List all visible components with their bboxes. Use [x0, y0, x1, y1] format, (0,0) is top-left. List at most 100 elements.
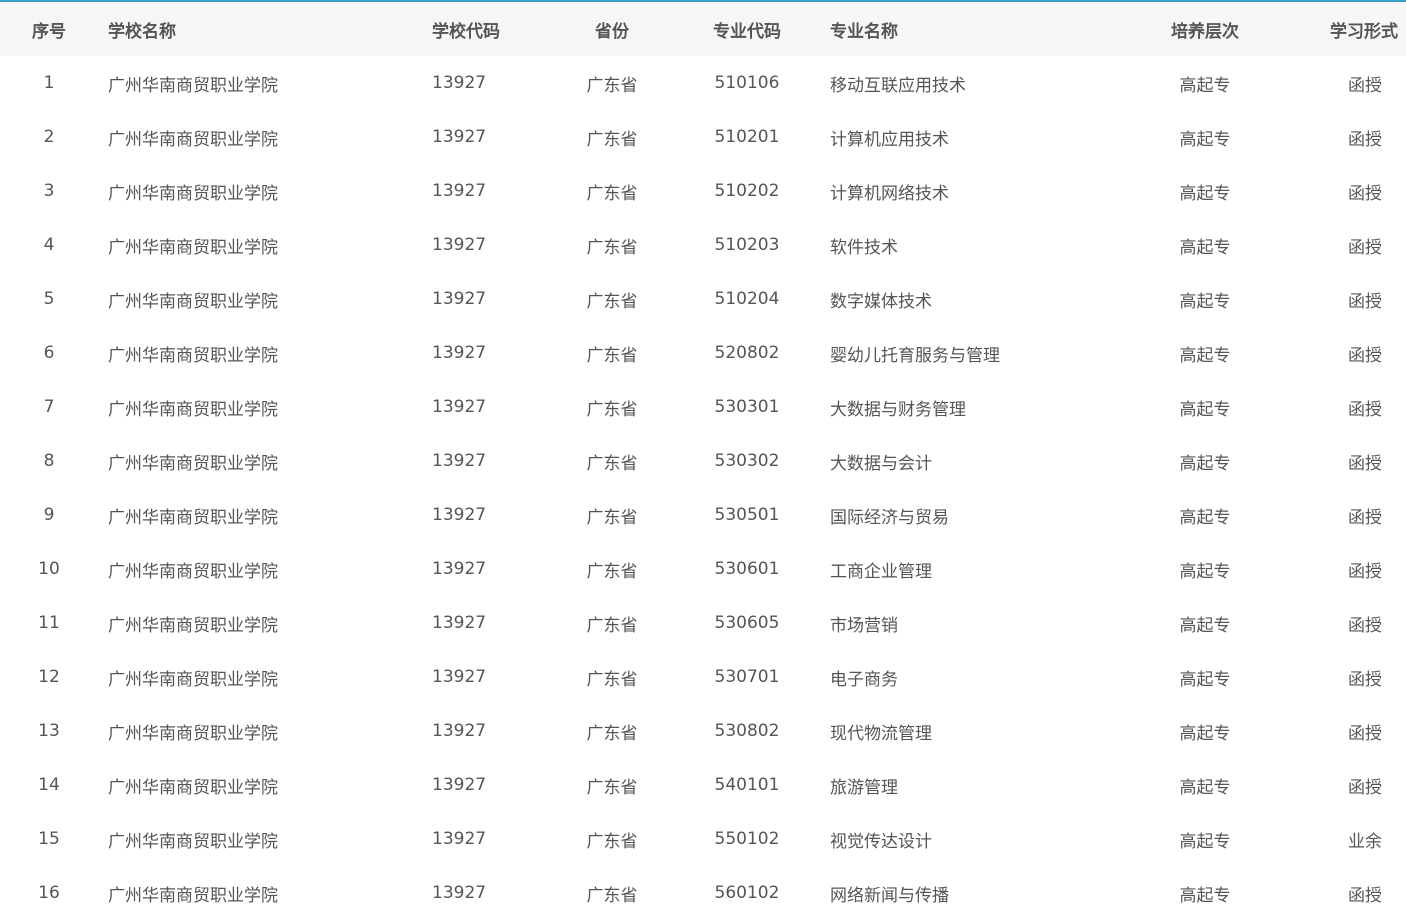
cell-level: 高起专	[1179, 345, 1231, 366]
cell-level: 高起专	[1179, 129, 1231, 150]
cell-study-form: 函授	[1348, 291, 1382, 312]
cell-school-name: 广州华南商贸职业学院	[108, 723, 278, 744]
table-row: 13 广州华南商贸职业学院 13927 广东省 530802 现代物流管理 高起专 函授	[0, 704, 1406, 758]
cell-school-name: 广州华南商贸职业学院	[108, 291, 278, 312]
cell-province: 广东省	[586, 183, 638, 204]
cell-major-name: 旅游管理	[830, 777, 898, 798]
cell-school-code: 13927	[432, 343, 487, 363]
cell-study-form: 函授	[1348, 723, 1382, 744]
cell-major-code: 510106	[714, 73, 780, 93]
cell-study-form: 函授	[1348, 777, 1382, 798]
cell-province: 广东省	[586, 345, 638, 366]
cell-school-name: 广州华南商贸职业学院	[108, 129, 278, 150]
major-table-container: 序号 学校名称 学校代码 省份 专业代码 专业名称 培养层次 学习形式 1 广州华…	[0, 0, 1406, 909]
cell-level: 高起专	[1179, 561, 1231, 582]
cell-major-name: 网络新闻与传播	[830, 885, 949, 906]
table-row: 15 广州华南商贸职业学院 13927 广东省 550102 视觉传达设计 高起专 业余	[0, 812, 1406, 866]
cell-index: 13	[38, 721, 60, 741]
cell-province: 广东省	[586, 399, 638, 420]
cell-study-form: 函授	[1348, 507, 1382, 528]
cell-level: 高起专	[1179, 507, 1231, 528]
cell-school-name: 广州华南商贸职业学院	[108, 183, 278, 204]
cell-index: 5	[43, 289, 55, 309]
cell-province: 广东省	[586, 75, 638, 96]
cell-level: 高起专	[1179, 723, 1231, 744]
cell-index: 8	[43, 451, 55, 471]
cell-province: 广东省	[586, 507, 638, 528]
cell-school-code: 13927	[432, 289, 487, 309]
cell-index: 12	[38, 667, 60, 687]
cell-level: 高起专	[1179, 453, 1231, 474]
cell-province: 广东省	[586, 615, 638, 636]
cell-school-code: 13927	[432, 451, 487, 471]
cell-level: 高起专	[1179, 669, 1231, 690]
cell-province: 广东省	[586, 129, 638, 150]
cell-major-name: 视觉传达设计	[830, 831, 932, 852]
cell-school-name: 广州华南商贸职业学院	[108, 669, 278, 690]
header-level: 培养层次	[1171, 21, 1239, 42]
cell-major-name: 婴幼儿托育服务与管理	[830, 345, 1000, 366]
cell-province: 广东省	[586, 723, 638, 744]
cell-study-form: 函授	[1348, 885, 1382, 906]
cell-major-code: 540101	[714, 775, 780, 795]
cell-school-code: 13927	[432, 73, 487, 93]
cell-level: 高起专	[1179, 183, 1231, 204]
cell-major-name: 软件技术	[830, 237, 898, 258]
cell-school-name: 广州华南商贸职业学院	[108, 453, 278, 474]
table-body: 1 广州华南商贸职业学院 13927 广东省 510106 移动互联应用技术 高起专 函授 2 广…	[0, 56, 1406, 920]
cell-province: 广东省	[586, 291, 638, 312]
cell-major-code: 530701	[714, 667, 780, 687]
cell-major-name: 现代物流管理	[830, 723, 932, 744]
cell-school-name: 广州华南商贸职业学院	[108, 237, 278, 258]
cell-major-name: 计算机应用技术	[830, 129, 949, 150]
cell-school-name: 广州华南商贸职业学院	[108, 615, 278, 636]
cell-index: 4	[43, 235, 55, 255]
header-index: 序号	[32, 21, 66, 42]
cell-school-name: 广州华南商贸职业学院	[108, 777, 278, 798]
table-row: 5 广州华南商贸职业学院 13927 广东省 510204 数字媒体技术 高起专 函授	[0, 272, 1406, 326]
cell-school-name: 广州华南商贸职业学院	[108, 507, 278, 528]
cell-level: 高起专	[1179, 237, 1231, 258]
cell-study-form: 函授	[1348, 399, 1382, 420]
cell-major-code: 530601	[714, 559, 780, 579]
cell-major-name: 工商企业管理	[830, 561, 932, 582]
table-row: 2 广州华南商贸职业学院 13927 广东省 510201 计算机应用技术 高起专 函授	[0, 110, 1406, 164]
cell-study-form: 函授	[1348, 615, 1382, 636]
table-row: 12 广州华南商贸职业学院 13927 广东省 530701 电子商务 高起专 函授	[0, 650, 1406, 704]
cell-major-code: 510204	[714, 289, 780, 309]
cell-study-form: 函授	[1348, 237, 1382, 258]
header-row: 序号 学校名称 学校代码 省份 专业代码 专业名称 培养层次 学习形式	[0, 2, 1406, 56]
cell-province: 广东省	[586, 669, 638, 690]
cell-index: 9	[43, 505, 55, 525]
cell-school-code: 13927	[432, 829, 487, 849]
major-table: 序号 学校名称 学校代码 省份 专业代码 专业名称 培养层次 学习形式 1 广州华…	[0, 2, 1406, 920]
cell-school-code: 13927	[432, 613, 487, 633]
cell-level: 高起专	[1179, 885, 1231, 906]
cell-study-form: 函授	[1348, 75, 1382, 96]
cell-province: 广东省	[586, 453, 638, 474]
cell-major-name: 计算机网络技术	[830, 183, 949, 204]
cell-major-code: 510203	[714, 235, 780, 255]
cell-level: 高起专	[1179, 399, 1231, 420]
cell-province: 广东省	[586, 885, 638, 906]
table-row: 16 广州华南商贸职业学院 13927 广东省 560102 网络新闻与传播 高起专 函授	[0, 866, 1406, 920]
cell-school-name: 广州华南商贸职业学院	[108, 345, 278, 366]
cell-school-name: 广州华南商贸职业学院	[108, 561, 278, 582]
header-school-code: 学校代码	[432, 21, 500, 42]
cell-school-code: 13927	[432, 667, 487, 687]
table-row: 14 广州华南商贸职业学院 13927 广东省 540101 旅游管理 高起专 函授	[0, 758, 1406, 812]
cell-province: 广东省	[586, 831, 638, 852]
table-row: 10 广州华南商贸职业学院 13927 广东省 530601 工商企业管理 高起专 函授	[0, 542, 1406, 596]
cell-school-code: 13927	[432, 127, 487, 147]
cell-level: 高起专	[1179, 75, 1231, 96]
cell-study-form: 函授	[1348, 453, 1382, 474]
cell-province: 广东省	[586, 237, 638, 258]
cell-major-name: 市场营销	[830, 615, 898, 636]
cell-major-code: 520802	[714, 343, 780, 363]
cell-index: 11	[38, 613, 60, 633]
table-row: 11 广州华南商贸职业学院 13927 广东省 530605 市场营销 高起专 函授	[0, 596, 1406, 650]
cell-school-name: 广州华南商贸职业学院	[108, 831, 278, 852]
cell-level: 高起专	[1179, 777, 1231, 798]
table-row: 4 广州华南商贸职业学院 13927 广东省 510203 软件技术 高起专 函授	[0, 218, 1406, 272]
cell-index: 6	[43, 343, 55, 363]
